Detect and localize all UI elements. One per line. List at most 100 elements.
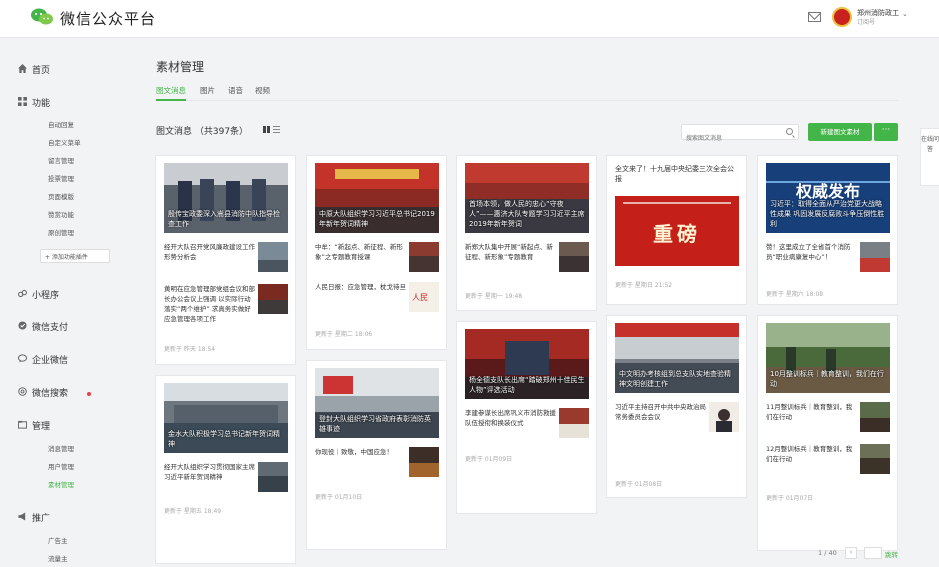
jump-button[interactable]: 跳转 bbox=[885, 549, 898, 559]
cover-caption: 金水大队积极学习总书记新年贺词精神 bbox=[168, 430, 280, 448]
list-item[interactable]: 新郑大队集中开展“新起点、新征程、新形象”专题教育 bbox=[465, 242, 589, 282]
chevron-down-icon[interactable]: ⌄ bbox=[902, 10, 908, 18]
article-card[interactable]: 中文明办考核组到总支队实地查验精神文明创建工作 习近平主持召开中共中央政治局常务… bbox=[606, 315, 747, 498]
cover-caption: 殷传宝政委深入嵩县消防中队指导检查工作 bbox=[168, 210, 280, 228]
sidebar-item-home[interactable]: 首页 bbox=[18, 63, 50, 76]
folder-icon bbox=[18, 420, 27, 429]
article-cover[interactable]: 权威发布 习近平：取得全面从严治党更大战略性成果 巩固发展反腐败斗争压倒性胜利 bbox=[766, 163, 890, 233]
search-icon[interactable] bbox=[786, 128, 793, 135]
sidebar-item-vote[interactable]: 投票管理 bbox=[48, 173, 74, 183]
account-info[interactable]: 郑州消防政工 订阅号 bbox=[857, 8, 899, 28]
article-cover[interactable]: 10月整训标兵｜教育整训，我们在行动 bbox=[766, 323, 890, 393]
sidebar-item-reward[interactable]: 赞赏功能 bbox=[48, 209, 74, 219]
article-card[interactable]: 登封大队组织学习省政府表彰消防英雄事迹 你现役｜致敬，中国应急！ 更新于 01月… bbox=[306, 360, 447, 550]
article-cover[interactable]: 中原大队组织学习习近平总书记2019年新年贺词精神 bbox=[315, 163, 439, 233]
sidebar-item-label: 功能 bbox=[32, 99, 51, 109]
list-item[interactable]: 你现役｜致敬，中国应急！ bbox=[315, 447, 439, 481]
sidebar-item-auto-reply[interactable]: 自动回复 bbox=[48, 119, 74, 129]
article-card[interactable]: 杨全德支队长出席“踏破郑州十佳民生人物”评选活动 李建参谋长出席巩义市消防救援队… bbox=[456, 321, 597, 514]
list-item[interactable]: 人民日报：应急管理，枕戈待旦 人民 bbox=[315, 282, 439, 316]
updated-time: 更新于 星期五 18:49 bbox=[164, 508, 222, 515]
article-card[interactable]: 中原大队组织学习习近平总书记2019年新年贺词精神 中牟：“新起点、新征程、新形… bbox=[306, 155, 447, 350]
sidebar-item-promote[interactable]: 推广 bbox=[18, 511, 50, 524]
cover-caption: 10月整训标兵｜教育整训，我们在行动 bbox=[770, 370, 884, 388]
list-item[interactable]: 习近平主持召开中共中央政治局常务委员会会议 bbox=[615, 402, 739, 436]
next-page-button[interactable]: › bbox=[845, 547, 857, 559]
more-button[interactable]: ··· bbox=[874, 123, 898, 141]
sidebar-item-custom-menu[interactable]: 自定义菜单 bbox=[48, 137, 81, 147]
article-card[interactable]: 金水大队积极学习总书记新年贺词精神 经开大队组织学习贯彻国家主席习近平新年贺词精… bbox=[155, 375, 296, 564]
list-item[interactable]: 经开大队召开党风廉政建设工作形势分析会 bbox=[164, 242, 288, 276]
thumbnail-image bbox=[559, 408, 589, 438]
sidebar-item-search[interactable]: 微信搜索 bbox=[18, 386, 68, 399]
article-cover[interactable]: 殷传宝政委深入嵩县消防中队指导检查工作 bbox=[164, 163, 288, 233]
sidebar-item-manage[interactable]: 管理 bbox=[18, 419, 50, 432]
new-article-button[interactable]: 新建图文素材 bbox=[808, 123, 872, 141]
sidebar-item-original[interactable]: 原创管理 bbox=[48, 227, 74, 237]
card-title: 全文来了！十九届中央纪委三次全会公报 bbox=[615, 165, 734, 183]
sidebar-item-page-template[interactable]: 页面模版 bbox=[48, 191, 74, 201]
sidebar-item-advertiser[interactable]: 广告主 bbox=[48, 535, 68, 545]
list-item[interactable]: 11月整训标兵｜教育整训，我们在行动 bbox=[766, 402, 890, 436]
svg-text:人民: 人民 bbox=[412, 293, 428, 302]
article-cover[interactable]: 首场本领，做人民的忠心“守夜人”——惠济大队专题学习习近平主席2019年新年贺词 bbox=[465, 163, 589, 233]
sidebar-item-features[interactable]: 功能 bbox=[18, 96, 51, 109]
tab-images[interactable]: 图片 bbox=[200, 85, 215, 99]
grid-view-icon[interactable] bbox=[263, 126, 270, 133]
thumbnail-image bbox=[409, 242, 439, 272]
account-name: 郑州消防政工 bbox=[857, 9, 899, 17]
sidebar-item-comments[interactable]: 留言管理 bbox=[48, 155, 74, 165]
article-cover[interactable]: 重磅 bbox=[615, 196, 739, 266]
tab-video[interactable]: 视频 bbox=[255, 85, 270, 99]
mail-icon[interactable] bbox=[808, 12, 821, 22]
page-title: 素材管理 bbox=[156, 60, 205, 74]
sidebar-item-label: 企业微信 bbox=[32, 356, 69, 366]
item-title: 经开大队召开党风廉政建设工作形势分析会 bbox=[164, 243, 255, 261]
thumbnail-image bbox=[258, 462, 288, 492]
item-title: 新郑大队集中开展“新起点、新征程、新形象”专题教育 bbox=[465, 243, 553, 261]
wechat-logo-icon[interactable] bbox=[30, 7, 54, 27]
article-card[interactable]: 殷传宝政委深入嵩县消防中队指导检查工作 经开大队召开党风廉政建设工作形势分析会 … bbox=[155, 155, 296, 365]
add-feature-button[interactable]: + 添加功能插件 bbox=[40, 249, 110, 263]
item-title: 人民日报：应急管理，枕戈待旦 bbox=[315, 283, 406, 291]
item-title: 你现役｜致敬，中国应急！ bbox=[315, 448, 393, 456]
article-card[interactable]: 10月整训标兵｜教育整训，我们在行动 11月整训标兵｜教育整训，我们在行动 12… bbox=[757, 315, 898, 551]
list-item[interactable]: 12月整训标兵｜教育整训，我们在行动 bbox=[766, 444, 890, 478]
article-cover[interactable]: 杨全德支队长出席“踏破郑州十佳民生人物”评选活动 bbox=[465, 329, 589, 399]
sidebar-item-wechat-pay[interactable]: 微信支付 bbox=[18, 320, 68, 333]
list-item[interactable]: 黄明在应急管理部党组会议和部长办公会议上强调 以实际行动落实“两个维护” 求真务… bbox=[164, 284, 288, 328]
sidebar-item-messages[interactable]: 消息管理 bbox=[48, 443, 74, 453]
page-number-input[interactable] bbox=[864, 547, 882, 559]
avatar[interactable] bbox=[832, 7, 852, 27]
article-card[interactable]: 首场本领，做人民的忠心“守夜人”——惠济大队专题学习习近平主席2019年新年贺词… bbox=[456, 155, 597, 311]
updated-time: 更新于 01月09日 bbox=[465, 456, 513, 463]
list-view-icon[interactable] bbox=[273, 126, 280, 133]
list-item[interactable]: 赞！这里成立了全省首个消防员“职业病康复中心”！ bbox=[766, 242, 890, 276]
updated-time: 更新于 星期二 18:06 bbox=[315, 331, 373, 338]
article-cover[interactable]: 登封大队组织学习省政府表彰消防英雄事迹 bbox=[315, 368, 439, 438]
tab-voice[interactable]: 语音 bbox=[228, 85, 243, 99]
account-type: 订阅号 bbox=[857, 19, 876, 26]
search-box bbox=[681, 124, 799, 146]
brand-title[interactable]: 微信公众平台 bbox=[60, 8, 156, 29]
online-qa-tab[interactable]: 在线问答 bbox=[920, 128, 939, 186]
list-item[interactable]: 中牟：“新起点、新征程、新形象”之专题教育授课 bbox=[315, 242, 439, 276]
article-cover[interactable]: 中文明办考核组到总支队实地查验精神文明创建工作 bbox=[615, 323, 739, 393]
list-item[interactable]: 经开大队组织学习贯彻国家主席习近平新年贺词精神 bbox=[164, 462, 288, 496]
sidebar-item-materials[interactable]: 素材管理 bbox=[48, 479, 74, 489]
thumbnail-image bbox=[709, 402, 739, 432]
article-card[interactable]: 全文来了！十九届中央纪委三次全会公报 重磅 更新于 星期日 21:52 bbox=[606, 155, 747, 305]
search-input[interactable] bbox=[682, 131, 778, 146]
tab-articles[interactable]: 图文消息 bbox=[156, 85, 186, 101]
list-item[interactable]: 李建参谋长出席巩义市消防救援队伍授衔和换装仪式 bbox=[465, 408, 589, 442]
article-cover[interactable]: 金水大队积极学习总书记新年贺词精神 bbox=[164, 383, 288, 453]
sidebar-item-mini-program[interactable]: 小程序 bbox=[18, 288, 59, 301]
cover-caption: 杨全德支队长出席“踏破郑州十佳民生人物”评选活动 bbox=[469, 376, 585, 394]
sidebar-item-users[interactable]: 用户管理 bbox=[48, 461, 74, 471]
sidebar-item-publisher[interactable]: 流量主 bbox=[48, 553, 68, 563]
article-card[interactable]: 权威发布 习近平：取得全面从严治党更大战略性成果 巩固发展反腐败斗争压倒性胜利 … bbox=[757, 155, 898, 305]
megaphone-icon bbox=[18, 512, 26, 521]
sidebar-item-enterprise[interactable]: 企业微信 bbox=[18, 353, 69, 366]
updated-time: 更新于 01月07日 bbox=[766, 495, 814, 502]
thumbnail-image bbox=[860, 402, 890, 432]
